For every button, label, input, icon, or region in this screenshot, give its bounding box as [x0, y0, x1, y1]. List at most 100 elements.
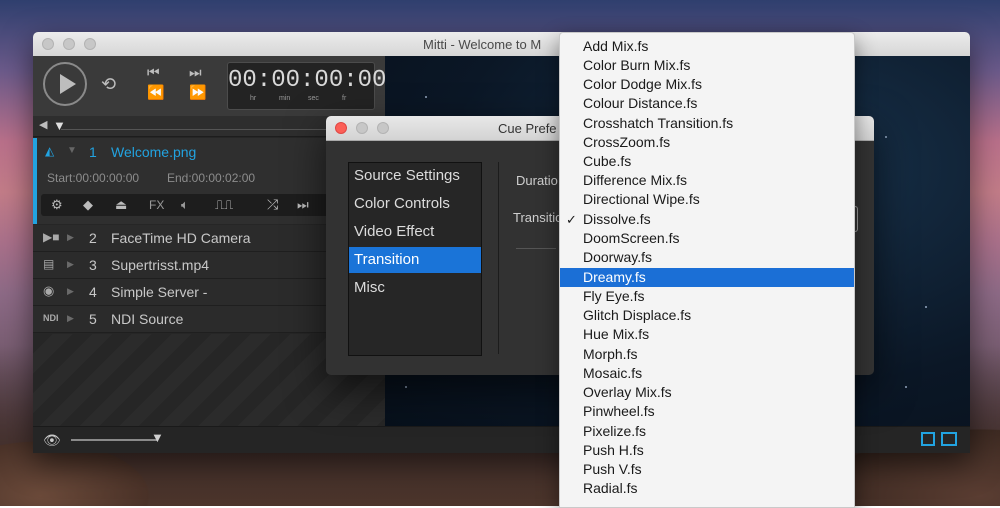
tc-label-hr: hr [250, 95, 257, 102]
camera-icon: ▶︎■ [43, 230, 60, 244]
menu-item[interactable]: Doorway.fs [560, 248, 854, 267]
expand-arrow-icon[interactable]: ▶ [67, 286, 74, 297]
fx-button[interactable]: FX [149, 198, 164, 212]
menu-item[interactable]: Push H.fs [560, 441, 854, 460]
eye-icon[interactable]: 👁︎ [43, 432, 61, 449]
cue-end-time: End:00:00:02:00 [167, 171, 256, 185]
volume-icon[interactable]: 🔈︎ [181, 197, 189, 213]
category-video-effect[interactable]: Video Effect [349, 219, 481, 245]
gear-icon[interactable]: ⚙ [51, 197, 63, 213]
menu-item-label: Dissolve.fs [583, 211, 651, 227]
fade-in-out-icon[interactable]: ⎍⎍ [215, 197, 233, 213]
tc-label-min: min [279, 95, 291, 102]
star [925, 306, 927, 308]
settings-category-list: Source Settings Color Controls Video Eff… [348, 162, 482, 356]
category-source-settings[interactable]: Source Settings [349, 163, 481, 189]
transport-bar: ⟲ ⏮ ⏪ ⏭ ⏩ 00:00:00:00 hr min sec fr [33, 56, 387, 116]
cue-number: 4 [89, 284, 97, 300]
menu-item-checked[interactable]: ✓ Dissolve.fs [560, 210, 854, 229]
dialog-title: Cue Prefe [498, 121, 557, 136]
loop-icon[interactable]: ⟲ [101, 74, 116, 95]
tc-label-fr: fr [342, 95, 347, 102]
previous-cue-icon[interactable]: ⏮ [147, 64, 160, 81]
timecode-display: 00:00:00:00 hr min sec fr [227, 62, 387, 110]
category-transition[interactable]: Transition [349, 247, 481, 273]
minimize-button[interactable] [63, 38, 75, 50]
expand-arrow-icon[interactable]: ▶ [67, 313, 74, 324]
menu-item[interactable]: Fly Eye.fs [560, 287, 854, 306]
rewind-to-start-icon[interactable]: ⏪ [147, 84, 164, 101]
star [405, 386, 407, 388]
menu-item[interactable]: Cube.fs [560, 152, 854, 171]
menu-item[interactable]: Crosshatch Transition.fs [560, 114, 854, 133]
expand-arrow-icon[interactable]: ▶ [67, 232, 74, 243]
zoom-button[interactable] [84, 38, 96, 50]
tc-label-sec: sec [308, 95, 319, 102]
menu-item[interactable]: Overlay Mix.fs [560, 383, 854, 402]
cue-name: FaceTime HD Camera [111, 230, 251, 246]
star [885, 136, 887, 138]
menu-item[interactable]: Morph.fs [560, 345, 854, 364]
next-cue-mode-icon[interactable]: ⏭ [297, 197, 309, 213]
cue-start-time: Start:00:00:00:00 [47, 171, 140, 185]
next-cue-icon[interactable]: ⏭ [189, 64, 202, 81]
cue-toolbar: ⚙ ◆ ⏏ FX 🔈︎ ⎍⎍ ⤮ ⏭ [41, 194, 329, 216]
collapse-arrow-icon[interactable]: ▼ [67, 145, 77, 156]
opacity-slider-track[interactable] [71, 439, 157, 441]
timecode: 00:00:00:00 [228, 67, 387, 94]
menu-item[interactable]: Radial.fs [560, 479, 854, 498]
film-icon: ▤ [43, 257, 55, 271]
menu-item[interactable]: Glitch Displace.fs [560, 306, 854, 325]
menu-item[interactable]: Hue Mix.fs [560, 325, 854, 344]
cue-number: 2 [89, 230, 97, 246]
menu-item[interactable]: Pixelize.fs [560, 422, 854, 441]
opacity-slider-knob[interactable]: ▼ [151, 430, 164, 445]
field-divider [516, 248, 556, 249]
cue-name: Simple Server - [111, 284, 208, 300]
eject-icon[interactable]: ⏏ [115, 197, 127, 213]
menu-item[interactable]: Directional Wipe.fs [560, 190, 854, 209]
scroll-left-icon[interactable]: ◀ [39, 118, 47, 131]
cue-number: 1 [89, 144, 97, 160]
cue-number: 5 [89, 311, 97, 327]
expand-arrow-icon[interactable]: ▶ [67, 259, 74, 270]
server-icon: ◉ [43, 283, 55, 298]
fast-forward-icon[interactable]: ⏩ [189, 84, 206, 101]
transition-label: Transitio [513, 210, 563, 225]
tag-icon[interactable]: ◆ [83, 197, 93, 213]
ndi-icon: NDI [43, 313, 59, 323]
split-view-icon[interactable] [941, 432, 957, 446]
category-misc[interactable]: Misc [349, 275, 481, 301]
menu-item[interactable]: Color Burn Mix.fs [560, 56, 854, 75]
dialog-zoom-button[interactable] [377, 122, 389, 134]
play-button[interactable] [43, 62, 87, 106]
menu-item[interactable]: Add Mix.fs [560, 37, 854, 56]
cue-name: Welcome.png [111, 144, 197, 160]
menu-item[interactable]: Pinwheel.fs [560, 402, 854, 421]
star [425, 96, 427, 98]
transition-dropdown-menu: Add Mix.fs Color Burn Mix.fs Color Dodge… [559, 32, 855, 508]
duration-label: Duratio [516, 173, 558, 188]
cue-name: Supertrisst.mp4 [111, 257, 210, 273]
menu-item[interactable]: Colour Distance.fs [560, 94, 854, 113]
single-view-icon[interactable] [921, 432, 935, 446]
dialog-minimize-button[interactable] [356, 122, 368, 134]
menu-item[interactable]: Color Dodge Mix.fs [560, 75, 854, 94]
menu-item[interactable]: Difference Mix.fs [560, 171, 854, 190]
menu-item[interactable]: Push V.fs [560, 460, 854, 479]
dialog-divider [498, 162, 499, 354]
star [905, 386, 907, 388]
close-button[interactable] [42, 38, 54, 50]
dialog-close-button[interactable] [335, 122, 347, 134]
menu-item[interactable]: CrossZoom.fs [560, 133, 854, 152]
category-color-controls[interactable]: Color Controls [349, 191, 481, 217]
playhead-icon[interactable]: ▼ [53, 118, 66, 133]
cue-name: NDI Source [111, 311, 184, 327]
cue-number: 3 [89, 257, 97, 273]
image-icon: ◭ [45, 144, 55, 158]
menu-item-highlighted[interactable]: Dreamy.fs [560, 268, 854, 287]
shuffle-icon[interactable]: ⤮ [267, 196, 278, 213]
menu-item[interactable]: Mosaic.fs [560, 364, 854, 383]
window-title: Mitti - Welcome to M [423, 37, 542, 52]
menu-item[interactable]: DoomScreen.fs [560, 229, 854, 248]
